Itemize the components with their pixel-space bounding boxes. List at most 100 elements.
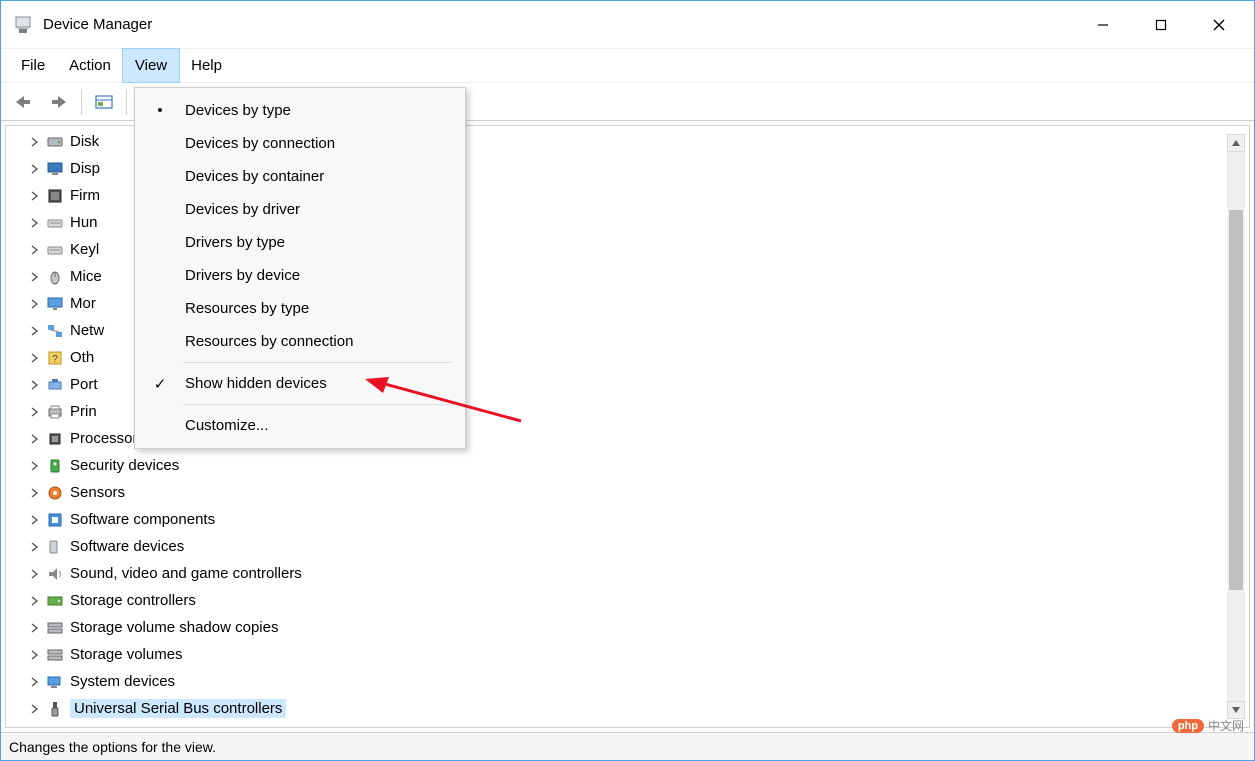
expand-icon[interactable] <box>26 215 42 231</box>
tree-node[interactable]: Sound, video and game controllers <box>46 560 1249 587</box>
expand-icon[interactable] <box>26 701 42 717</box>
expand-icon[interactable] <box>26 593 42 609</box>
node-label: Prin <box>70 403 97 420</box>
expand-icon[interactable] <box>26 404 42 420</box>
menu-show-hidden-devices[interactable]: ✓ Show hidden devices <box>135 367 465 400</box>
vertical-scrollbar[interactable] <box>1227 134 1245 719</box>
node-label: Software components <box>70 511 215 528</box>
close-button[interactable] <box>1190 4 1248 46</box>
menu-customize[interactable]: Customize... <box>135 409 465 442</box>
expand-icon[interactable] <box>26 188 42 204</box>
menu-devices-by-connection[interactable]: Devices by connection <box>135 127 465 160</box>
scroll-track[interactable] <box>1227 152 1245 701</box>
menu-item-label: Customize... <box>185 417 268 434</box>
expand-icon[interactable] <box>26 647 42 663</box>
show-hide-console-button[interactable] <box>88 87 120 117</box>
expand-icon[interactable] <box>26 269 42 285</box>
expand-icon[interactable] <box>26 620 42 636</box>
back-button[interactable] <box>7 87 39 117</box>
node-label: Security devices <box>70 457 179 474</box>
expand-icon[interactable] <box>26 134 42 150</box>
node-label: Sensors <box>70 484 125 501</box>
menu-drivers-by-type[interactable]: Drivers by type <box>135 226 465 259</box>
svg-text:?: ? <box>52 354 58 365</box>
menu-item-label: Devices by type <box>185 102 291 119</box>
tree-node[interactable]: Storage volumes <box>46 641 1249 668</box>
node-label: Storage volume shadow copies <box>70 619 278 636</box>
printer-icon <box>46 403 64 421</box>
menu-devices-by-driver[interactable]: Devices by driver <box>135 193 465 226</box>
status-text: Changes the options for the view. <box>9 739 216 755</box>
tree-node[interactable]: Software components <box>46 506 1249 533</box>
menu-file[interactable]: File <box>9 49 57 82</box>
node-label: Mor <box>70 295 96 312</box>
menu-drivers-by-device[interactable]: Drivers by device <box>135 259 465 292</box>
expand-icon[interactable] <box>26 431 42 447</box>
window-buttons <box>1074 4 1248 46</box>
minimize-button[interactable] <box>1074 4 1132 46</box>
menu-item-label: Resources by connection <box>185 333 353 350</box>
tree-node[interactable]: Security devices <box>46 452 1249 479</box>
cpu-icon <box>46 430 64 448</box>
expand-icon[interactable] <box>26 485 42 501</box>
node-label: Firm <box>70 187 100 204</box>
menu-item-label: Drivers by type <box>185 234 285 251</box>
software-comp-icon <box>46 511 64 529</box>
menubar: File Action View Help <box>1 49 1254 83</box>
menu-resources-by-connection[interactable]: Resources by connection <box>135 325 465 358</box>
expand-icon[interactable] <box>26 161 42 177</box>
tree-node[interactable]: Software devices <box>46 533 1249 560</box>
security-icon <box>46 457 64 475</box>
forward-button[interactable] <box>43 87 75 117</box>
expand-icon[interactable] <box>26 539 42 555</box>
menu-resources-by-type[interactable]: Resources by type <box>135 292 465 325</box>
watermark-text: 中文网 <box>1208 717 1244 734</box>
menu-devices-by-container[interactable]: Devices by container <box>135 160 465 193</box>
menu-action[interactable]: Action <box>57 49 123 82</box>
view-dropdown-menu: • Devices by type Devices by connection … <box>134 87 466 449</box>
software-dev-icon <box>46 538 64 556</box>
sound-icon <box>46 565 64 583</box>
expand-icon[interactable] <box>26 512 42 528</box>
sensor-icon <box>46 484 64 502</box>
expand-icon[interactable] <box>26 377 42 393</box>
expand-icon[interactable] <box>26 674 42 690</box>
keyboard-icon <box>46 241 64 259</box>
menu-item-label: Devices by driver <box>185 201 300 218</box>
usb-icon <box>46 700 64 718</box>
menu-item-label: Resources by type <box>185 300 309 317</box>
menu-item-label: Devices by connection <box>185 135 335 152</box>
node-label: Storage volumes <box>70 646 183 663</box>
firmware-icon <box>46 187 64 205</box>
menu-item-label: Show hidden devices <box>185 375 327 392</box>
menu-item-label: Drivers by device <box>185 267 300 284</box>
menu-view[interactable]: View <box>123 49 179 82</box>
expand-icon[interactable] <box>26 323 42 339</box>
node-label: Netw <box>70 322 104 339</box>
tree-node[interactable]: System devices <box>46 668 1249 695</box>
node-label: Mice <box>70 268 102 285</box>
expand-icon[interactable] <box>26 242 42 258</box>
storage-vol-icon <box>46 619 64 637</box>
keyboard-icon <box>46 214 64 232</box>
menu-separator <box>183 404 453 405</box>
scroll-thumb[interactable] <box>1229 210 1243 590</box>
scroll-up-button[interactable] <box>1227 134 1245 152</box>
mouse-icon <box>46 268 64 286</box>
expand-icon[interactable] <box>26 296 42 312</box>
menu-devices-by-type[interactable]: • Devices by type <box>135 94 465 127</box>
toolbar-separator <box>126 89 127 115</box>
expand-icon[interactable] <box>26 458 42 474</box>
expand-icon[interactable] <box>26 566 42 582</box>
node-label: Sound, video and game controllers <box>70 565 302 582</box>
menu-help[interactable]: Help <box>179 49 234 82</box>
tree-node[interactable]: Universal Serial Bus controllers <box>46 695 1249 722</box>
expand-icon[interactable] <box>26 350 42 366</box>
tree-node[interactable]: Storage controllers <box>46 587 1249 614</box>
toolbar-separator <box>81 89 82 115</box>
node-label: Disp <box>70 160 100 177</box>
tree-node[interactable]: Sensors <box>46 479 1249 506</box>
tree-node[interactable]: Storage volume shadow copies <box>46 614 1249 641</box>
titlebar: Device Manager <box>1 1 1254 49</box>
maximize-button[interactable] <box>1132 4 1190 46</box>
